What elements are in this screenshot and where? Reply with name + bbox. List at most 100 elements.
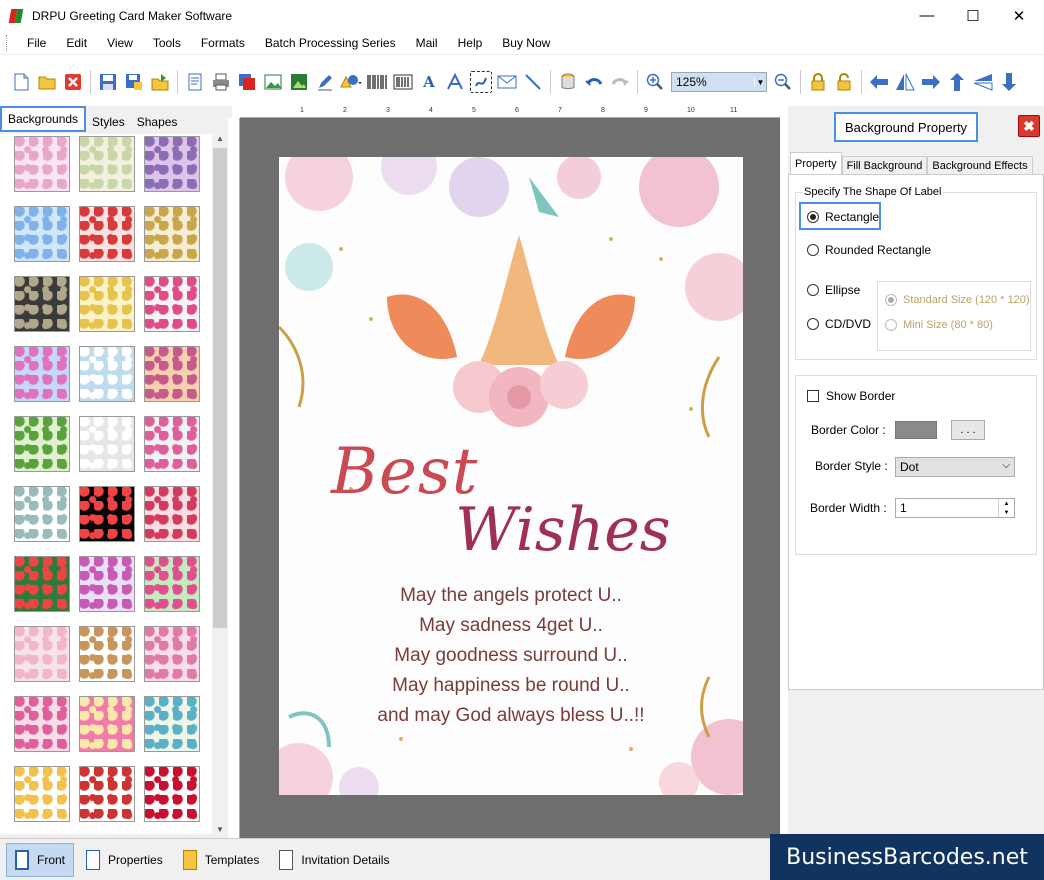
zoom-in-icon[interactable] xyxy=(644,71,666,93)
background-thumbnail[interactable] xyxy=(14,136,70,192)
menu-edit[interactable]: Edit xyxy=(56,36,97,50)
background-thumbnail[interactable] xyxy=(14,626,70,682)
unlock-icon[interactable] xyxy=(833,71,855,93)
scroll-down-icon[interactable]: ▼ xyxy=(212,825,228,834)
undo-icon[interactable] xyxy=(583,71,605,93)
card-title-wishes[interactable]: Wishes xyxy=(455,495,671,565)
arrow-right-icon[interactable] xyxy=(920,71,942,93)
border-style-select[interactable]: Dot ⌵ xyxy=(895,457,1015,477)
background-thumbnail[interactable] xyxy=(79,416,135,472)
close-panel-button[interactable]: ✖ xyxy=(1018,115,1040,137)
background-thumbnail[interactable] xyxy=(79,556,135,612)
export-icon[interactable] xyxy=(149,71,171,93)
menu-mail[interactable]: Mail xyxy=(406,36,448,50)
show-border-checkbox[interactable]: Show Border xyxy=(807,389,895,403)
zoom-out-icon[interactable] xyxy=(772,71,794,93)
border-color-picker-button[interactable]: . . . xyxy=(951,420,985,440)
background-thumbnail[interactable] xyxy=(14,416,70,472)
menu-batch-processing[interactable]: Batch Processing Series xyxy=(255,36,406,50)
barcode-icon[interactable] xyxy=(366,71,388,93)
background-thumbnail[interactable] xyxy=(79,486,135,542)
background-thumbnail[interactable] xyxy=(79,346,135,402)
greeting-card[interactable]: Best Wishes May the angels protect U.. M… xyxy=(279,157,743,795)
save-as-icon[interactable] xyxy=(123,71,145,93)
background-thumbnail[interactable] xyxy=(144,626,200,682)
picture-icon[interactable] xyxy=(288,71,310,93)
menu-help[interactable]: Help xyxy=(448,36,493,50)
tab-shapes[interactable]: Shapes xyxy=(131,112,184,132)
insert-image-icon[interactable] xyxy=(262,71,284,93)
word-art-icon[interactable] xyxy=(444,71,466,93)
stepper-arrows-icon[interactable]: ▲ ▼ xyxy=(998,499,1014,517)
radio-cd-dvd[interactable]: CD/DVD xyxy=(807,317,871,331)
maximize-button[interactable]: ☐ xyxy=(950,0,996,31)
border-color-swatch[interactable] xyxy=(895,421,937,439)
arrow-up-icon[interactable] xyxy=(946,71,968,93)
radio-rectangle[interactable]: Rectangle xyxy=(807,210,879,224)
background-thumbnail[interactable] xyxy=(14,696,70,752)
tab-invitation-details[interactable]: Invitation Details xyxy=(271,843,397,877)
background-thumbnail[interactable] xyxy=(14,276,70,332)
radio-ellipse[interactable]: Ellipse xyxy=(807,283,860,297)
tab-fill-background[interactable]: Fill Background xyxy=(841,156,928,174)
tab-background-effects[interactable]: Background Effects xyxy=(927,156,1033,174)
background-thumbnail[interactable] xyxy=(144,276,200,332)
background-thumbnail[interactable] xyxy=(144,206,200,262)
save-icon[interactable] xyxy=(97,71,119,93)
background-thumbnail[interactable] xyxy=(79,696,135,752)
background-thumbnail[interactable] xyxy=(144,486,200,542)
open-folder-icon[interactable] xyxy=(36,71,58,93)
shapes-icon[interactable] xyxy=(340,71,362,93)
background-thumbnail[interactable] xyxy=(144,556,200,612)
database-icon[interactable] xyxy=(557,71,579,93)
scroll-thumb[interactable] xyxy=(213,148,227,628)
tab-properties[interactable]: Properties xyxy=(78,843,171,877)
background-thumbnail[interactable] xyxy=(79,206,135,262)
flip-horizontal-icon[interactable] xyxy=(894,71,916,93)
pencil-icon[interactable] xyxy=(314,71,336,93)
card-verse[interactable]: May the angels protect U.. May sadness 4… xyxy=(279,581,743,731)
background-thumbnail[interactable] xyxy=(79,276,135,332)
radio-rounded-rectangle[interactable]: Rounded Rectangle xyxy=(807,243,931,257)
menu-file[interactable]: File xyxy=(17,36,56,50)
print-preview-icon[interactable] xyxy=(236,71,258,93)
border-width-stepper[interactable]: 1 ▲ ▼ xyxy=(895,498,1015,518)
redo-icon[interactable] xyxy=(609,71,631,93)
minimize-button[interactable]: — xyxy=(904,0,950,31)
left-scrollbar[interactable]: ▲ ▼ xyxy=(212,134,228,834)
menu-buy-now[interactable]: Buy Now xyxy=(492,36,560,50)
menu-tools[interactable]: Tools xyxy=(143,36,191,50)
background-thumbnail[interactable] xyxy=(14,486,70,542)
background-thumbnail[interactable] xyxy=(14,556,70,612)
background-thumbnail[interactable] xyxy=(79,766,135,822)
background-thumbnail[interactable] xyxy=(144,136,200,192)
arrow-left-icon[interactable] xyxy=(868,71,890,93)
close-file-icon[interactable] xyxy=(62,71,84,93)
signature-icon[interactable] xyxy=(470,71,492,93)
lock-icon[interactable] xyxy=(807,71,829,93)
tab-property[interactable]: Property xyxy=(790,152,842,174)
scroll-up-icon[interactable]: ▲ xyxy=(212,134,228,143)
background-thumbnail[interactable] xyxy=(144,696,200,752)
new-file-icon[interactable] xyxy=(10,71,32,93)
print-icon[interactable] xyxy=(210,71,232,93)
arrow-down-icon[interactable] xyxy=(998,71,1020,93)
background-thumbnail[interactable] xyxy=(14,766,70,822)
zoom-select[interactable]: 125% ▼ xyxy=(671,72,767,92)
background-thumbnail[interactable] xyxy=(144,766,200,822)
page-setup-icon[interactable] xyxy=(184,71,206,93)
email-icon[interactable] xyxy=(496,71,518,93)
tab-templates[interactable]: Templates xyxy=(175,843,268,877)
menu-formats[interactable]: Formats xyxy=(191,36,255,50)
background-thumbnail[interactable] xyxy=(14,346,70,402)
background-thumbnail[interactable] xyxy=(79,136,135,192)
tab-front[interactable]: Front xyxy=(6,842,75,877)
background-thumbnail[interactable] xyxy=(144,346,200,402)
flip-vertical-icon[interactable] xyxy=(972,71,994,93)
tab-backgrounds[interactable]: Backgrounds xyxy=(0,106,87,132)
tab-styles[interactable]: Styles xyxy=(86,112,131,132)
close-window-button[interactable]: ✕ xyxy=(996,0,1042,31)
line-icon[interactable] xyxy=(522,71,544,93)
background-thumbnail[interactable] xyxy=(79,626,135,682)
background-thumbnail[interactable] xyxy=(144,416,200,472)
